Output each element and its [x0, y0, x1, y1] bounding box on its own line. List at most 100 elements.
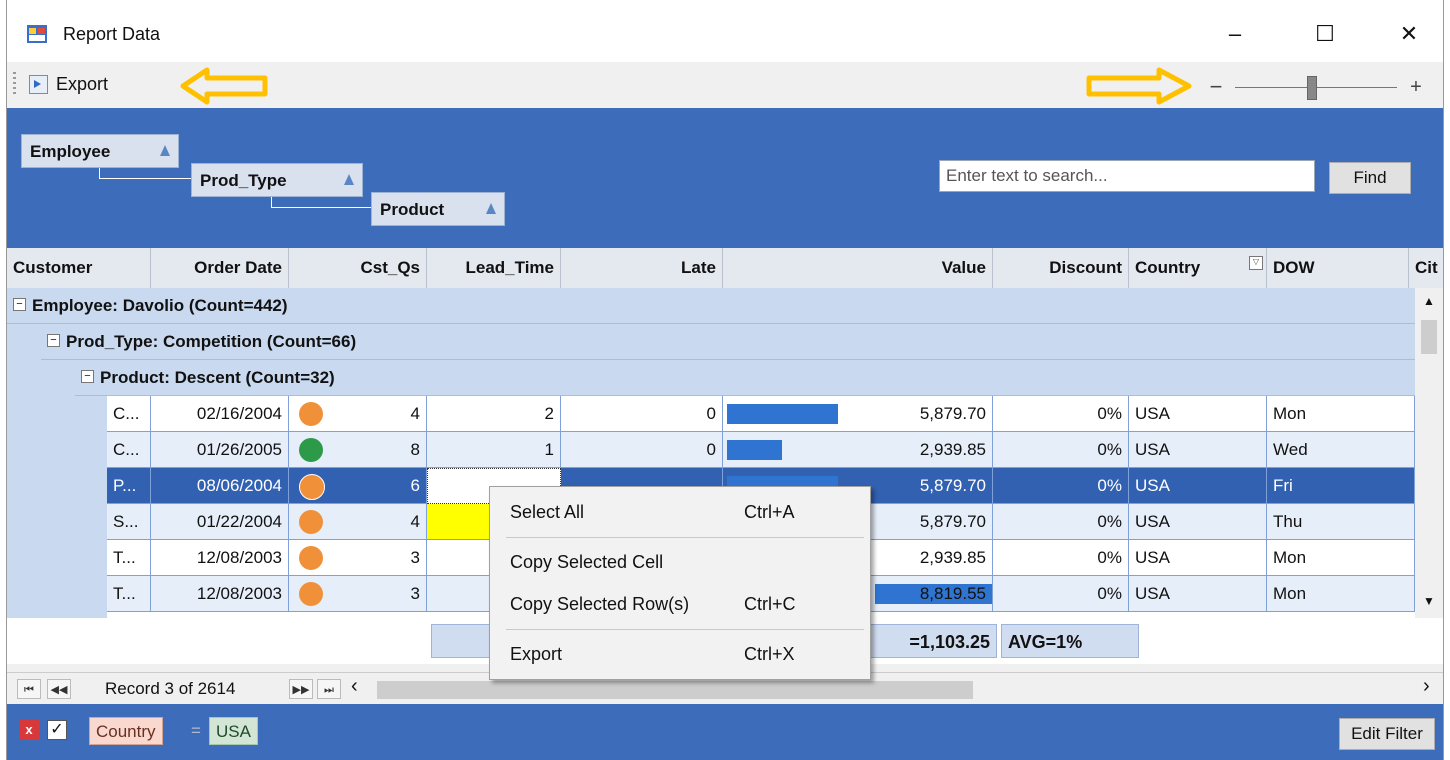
- customer-cell[interactable]: C...: [107, 396, 151, 432]
- collapse-icon[interactable]: −: [47, 334, 60, 348]
- lead-time-cell[interactable]: 1: [427, 432, 561, 468]
- column-header-country[interactable]: Country: [1129, 248, 1267, 288]
- filter-value-chip[interactable]: USA: [209, 717, 258, 745]
- column-header-value[interactable]: Value: [723, 248, 993, 288]
- vertical-scrollbar[interactable]: ▲ ▼: [1415, 288, 1443, 618]
- dow-cell[interactable]: Mon: [1267, 540, 1415, 576]
- customer-cell[interactable]: C...: [107, 432, 151, 468]
- vertical-scroll-thumb[interactable]: [1421, 320, 1437, 354]
- dow-cell[interactable]: Wed: [1267, 432, 1415, 468]
- cell-text: S...: [113, 512, 139, 531]
- cst-qs-cell[interactable]: 4: [289, 504, 427, 540]
- cst-qs-cell[interactable]: 3: [289, 576, 427, 612]
- cst-qs-cell[interactable]: 8: [289, 432, 427, 468]
- country-cell[interactable]: USA: [1129, 576, 1267, 612]
- minimize-button[interactable]: –: [1205, 14, 1265, 54]
- column-header-lead-time[interactable]: Lead_Time: [427, 248, 561, 288]
- close-button[interactable]: ✕: [1379, 14, 1439, 54]
- order-date-cell[interactable]: 08/06/2004: [151, 468, 289, 504]
- menu-item-select-all[interactable]: Select All: [510, 497, 584, 527]
- discount-cell[interactable]: 0%: [993, 504, 1129, 540]
- group-chip-product[interactable]: Product: [371, 192, 505, 226]
- discount-cell[interactable]: 0%: [993, 540, 1129, 576]
- cell-text: 4: [410, 404, 420, 423]
- export-button[interactable]: Export: [25, 68, 112, 100]
- dow-cell[interactable]: Fri: [1267, 468, 1415, 504]
- country-cell[interactable]: USA: [1129, 468, 1267, 504]
- collapse-icon[interactable]: −: [13, 298, 26, 312]
- table-row[interactable]: C... 01/26/2005 8 1 0 2,939.85 0% USA Wed: [107, 432, 1415, 468]
- first-record-icon[interactable]: ⏮: [17, 679, 41, 699]
- country-cell[interactable]: USA: [1129, 540, 1267, 576]
- filter-enabled-checkbox[interactable]: ✓: [47, 720, 67, 740]
- column-header-dow[interactable]: DOW: [1267, 248, 1409, 288]
- cell-text: 2,939.85: [919, 440, 986, 459]
- table-row[interactable]: C... 02/16/2004 4 2 0 5,879.70 0% USA Mon: [107, 396, 1415, 432]
- value-cell[interactable]: 5,879.70: [723, 396, 993, 432]
- late-cell[interactable]: 0: [561, 432, 723, 468]
- edit-filter-button[interactable]: Edit Filter: [1339, 718, 1435, 750]
- order-date-cell[interactable]: 01/26/2005: [151, 432, 289, 468]
- menu-item-copy-selected-rows[interactable]: Copy Selected Row(s): [510, 589, 689, 619]
- country-cell[interactable]: USA: [1129, 504, 1267, 540]
- cell-text: 02/16/2004: [196, 404, 282, 423]
- column-header-discount[interactable]: Discount: [993, 248, 1129, 288]
- lead-time-cell[interactable]: 2: [427, 396, 561, 432]
- filter-column-chip[interactable]: Country: [89, 717, 163, 745]
- dow-cell[interactable]: Mon: [1267, 396, 1415, 432]
- clear-filter-icon[interactable]: x: [19, 720, 39, 740]
- scroll-left-icon[interactable]: ‹: [351, 675, 358, 698]
- menu-item-copy-selected-cell[interactable]: Copy Selected Cell: [510, 547, 663, 577]
- toolbar-grip[interactable]: [13, 72, 16, 96]
- column-filter-icon[interactable]: ▽: [1249, 256, 1263, 270]
- order-date-cell[interactable]: 01/22/2004: [151, 504, 289, 540]
- customer-cell[interactable]: T...: [107, 576, 151, 612]
- discount-cell[interactable]: 0%: [993, 468, 1129, 504]
- group-row-prod-type[interactable]: − Prod_Type: Competition (Count=66): [41, 324, 1415, 360]
- column-header-late[interactable]: Late: [561, 248, 723, 288]
- discount-cell[interactable]: 0%: [993, 432, 1129, 468]
- maximize-button[interactable]: ☐: [1295, 14, 1355, 54]
- discount-cell[interactable]: 0%: [993, 396, 1129, 432]
- group-row-employee[interactable]: − Employee: Davolio (Count=442): [7, 288, 1415, 324]
- cst-qs-cell[interactable]: 6: [289, 468, 427, 504]
- find-button[interactable]: Find: [1329, 162, 1411, 194]
- menu-item-export[interactable]: Export: [510, 639, 562, 669]
- scroll-up-icon[interactable]: ▲: [1423, 294, 1435, 308]
- discount-cell[interactable]: 0%: [993, 576, 1129, 612]
- cst-qs-cell[interactable]: 3: [289, 540, 427, 576]
- country-cell[interactable]: USA: [1129, 396, 1267, 432]
- column-header-cst-qs[interactable]: Cst_Qs: [289, 248, 427, 288]
- horizontal-scroll-thumb[interactable]: [377, 681, 973, 699]
- late-cell[interactable]: 0: [561, 396, 723, 432]
- customer-cell[interactable]: P...: [107, 468, 151, 504]
- customer-cell[interactable]: T...: [107, 540, 151, 576]
- next-page-icon[interactable]: ▶▶: [289, 679, 313, 699]
- order-date-cell[interactable]: 12/08/2003: [151, 540, 289, 576]
- scroll-down-icon[interactable]: ▼: [1423, 594, 1435, 608]
- group-chip-prod-type[interactable]: Prod_Type: [191, 163, 363, 197]
- dow-cell[interactable]: Thu: [1267, 504, 1415, 540]
- column-header-city[interactable]: Cit: [1409, 248, 1443, 288]
- value-cell[interactable]: 2,939.85: [723, 432, 993, 468]
- order-date-cell[interactable]: 02/16/2004: [151, 396, 289, 432]
- zoom-out-icon[interactable]: −: [1207, 74, 1225, 102]
- column-header-order-date[interactable]: Order Date: [151, 248, 289, 288]
- group-chip-employee[interactable]: Employee: [21, 134, 179, 168]
- zoom-thumb[interactable]: [1307, 76, 1317, 100]
- group-row-product[interactable]: − Product: Descent (Count=32): [75, 360, 1415, 396]
- zoom-slider[interactable]: − +: [1207, 74, 1439, 102]
- order-date-cell[interactable]: 12/08/2003: [151, 576, 289, 612]
- previous-page-icon[interactable]: ◀◀: [47, 679, 71, 699]
- last-record-icon[interactable]: ⏭: [317, 679, 341, 699]
- filter-operator[interactable]: =: [185, 717, 207, 745]
- column-header-customer[interactable]: Customer: [7, 248, 151, 288]
- cst-qs-cell[interactable]: 4: [289, 396, 427, 432]
- customer-cell[interactable]: S...: [107, 504, 151, 540]
- country-cell[interactable]: USA: [1129, 432, 1267, 468]
- scroll-right-icon[interactable]: ›: [1423, 675, 1430, 698]
- collapse-icon[interactable]: −: [81, 370, 94, 384]
- dow-cell[interactable]: Mon: [1267, 576, 1415, 612]
- zoom-in-icon[interactable]: +: [1407, 74, 1425, 102]
- search-input[interactable]: [939, 160, 1315, 192]
